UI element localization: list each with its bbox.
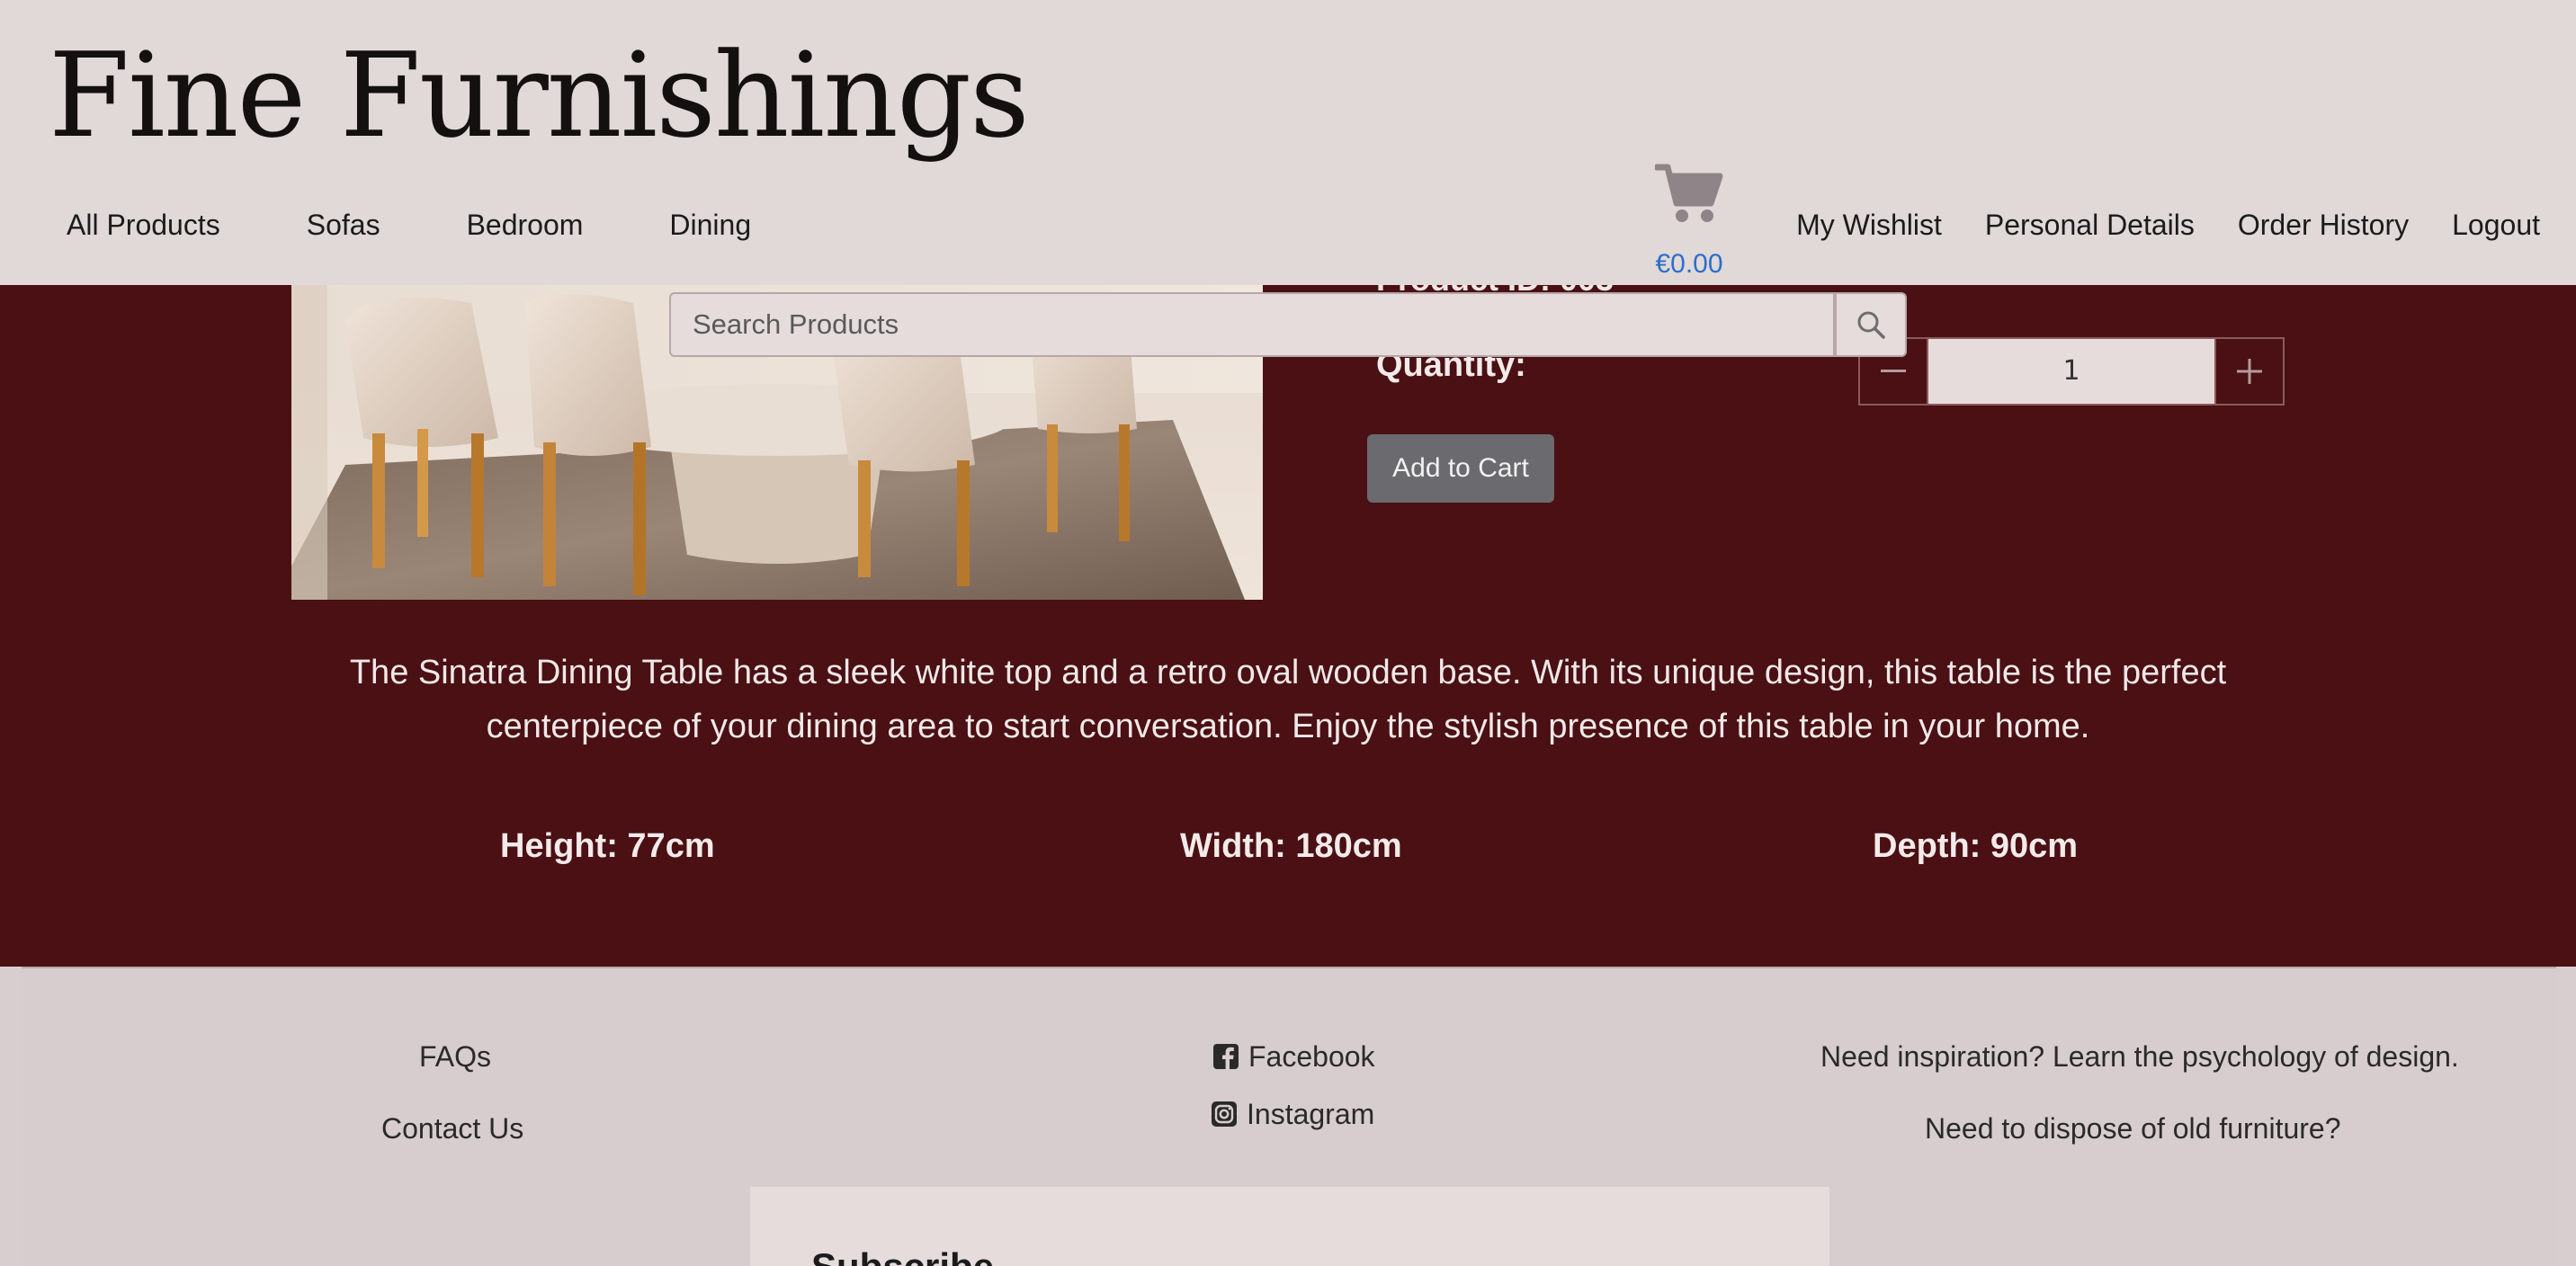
cart-icon [1655,164,1723,222]
search-input[interactable] [669,292,1835,357]
nav-personal-details[interactable]: Personal Details [1985,200,2195,250]
instagram-icon [1212,1101,1237,1127]
footer-link-facebook[interactable]: Facebook [1212,1039,1375,1074]
subscribe-heading: Subscribe [811,1244,994,1266]
account-nav: My Wishlist Personal Details Order Histo… [1796,200,2540,250]
nav-all-products[interactable]: All Products [67,200,220,250]
dimension-width: Width: 180cm [1180,827,1402,865]
nav-dining[interactable]: Dining [669,200,751,250]
nav-sofas[interactable]: Sofas [307,200,380,250]
footer-link-instagram[interactable]: Instagram [1211,1096,1374,1132]
nav-bedroom[interactable]: Bedroom [467,200,584,250]
instagram-label: Instagram [1247,1098,1375,1130]
nav-logout[interactable]: Logout [2452,200,2540,250]
increment-button[interactable] [2214,337,2285,406]
subscribe-panel: Subscribe [750,1187,1829,1266]
footer-link-faqs[interactable]: FAQs [419,1039,491,1074]
footer-link-contact-us[interactable]: Contact Us [381,1110,523,1146]
nav-order-history[interactable]: Order History [2238,200,2409,250]
search-button[interactable] [1835,292,1907,357]
cart-button[interactable] [1651,162,1727,227]
dimension-depth: Depth: 90cm [1873,827,2079,865]
search-icon [1857,311,1885,339]
product-dimensions: Height: 77cm Width: 180cm Depth: 90cm [0,824,2576,869]
minus-icon [1881,370,1906,372]
plus-icon [2237,359,2262,384]
footer-link-dispose-furniture[interactable]: Need to dispose of old furniture? [1925,1110,2341,1146]
dimension-height: Height: 77cm [500,827,715,865]
quantity-stepper: 1 [1858,337,2285,406]
nav-my-wishlist[interactable]: My Wishlist [1796,200,1942,250]
quantity-input[interactable]: 1 [1928,337,2214,406]
facebook-label: Facebook [1248,1040,1375,1073]
brand-logo[interactable]: Fine Furnishings [49,23,1030,167]
product-description: The Sinatra Dining Table has a sleek whi… [349,654,2227,745]
add-to-cart-button[interactable]: Add to Cart [1367,434,1554,503]
site-header: Fine Furnishings All Products Sofas Bedr… [0,0,2576,285]
main-nav: All Products Sofas Bedroom Dining [67,200,751,250]
facebook-icon [1213,1044,1239,1069]
footer-link-design-psychology[interactable]: Need inspiration? Learn the psychology o… [1820,1039,2459,1074]
cart-total[interactable]: €0.00 [1626,246,1752,282]
